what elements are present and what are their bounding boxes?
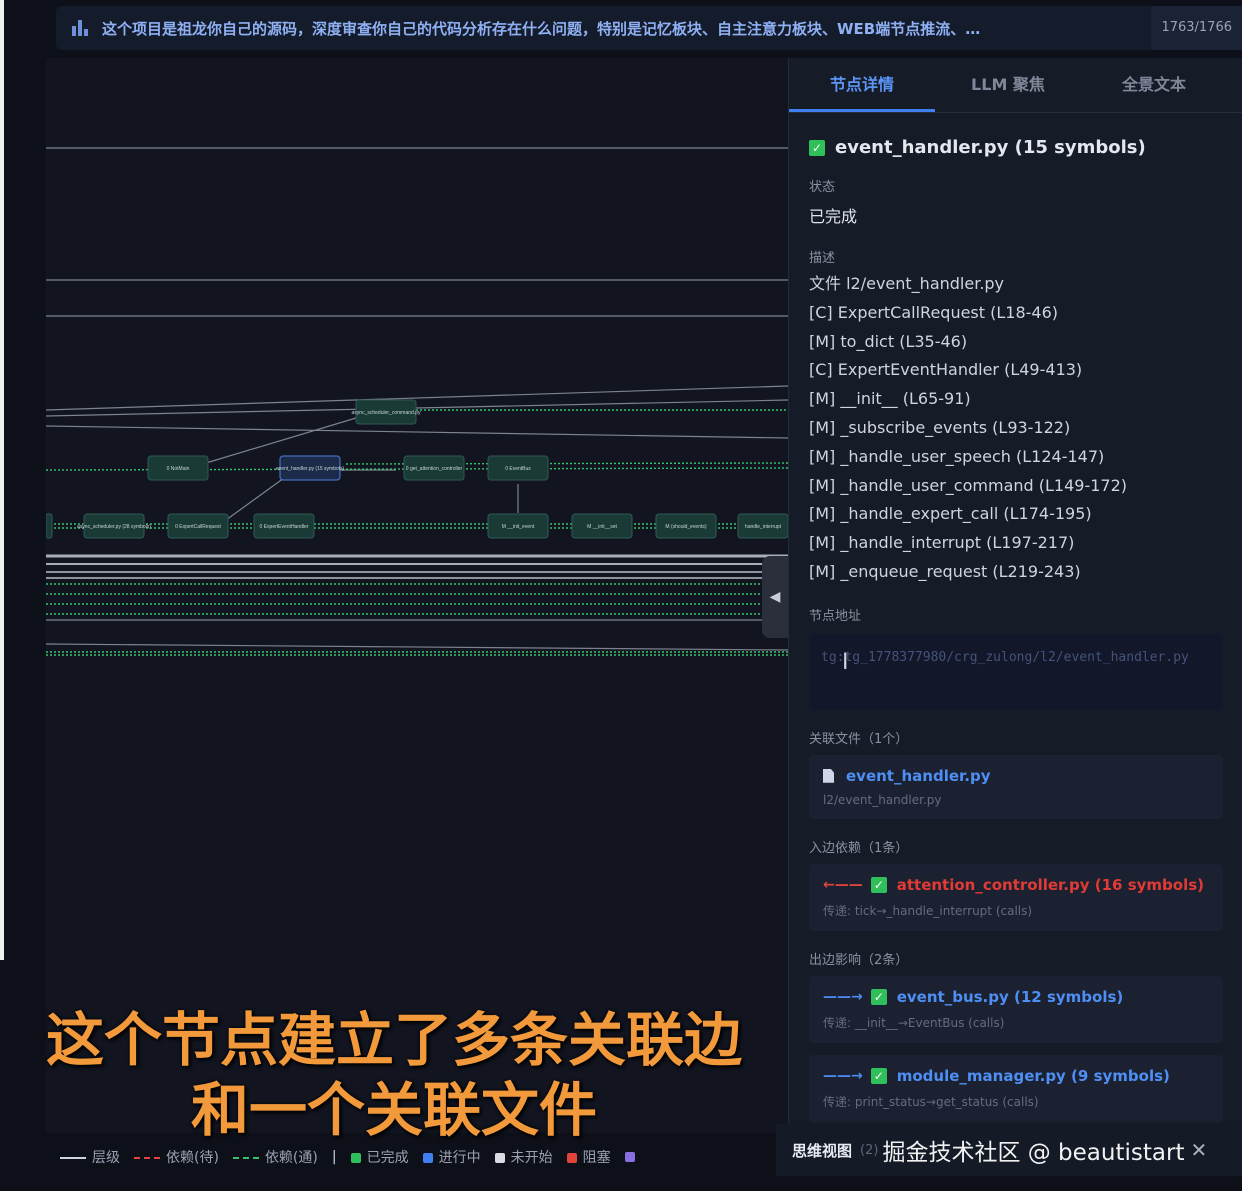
node-label: async_scheduler.py (28 symbols) [77, 524, 151, 530]
check-icon: ✓ [870, 876, 887, 893]
out-edge-link[interactable]: module_manager.py (9 symbols) [897, 1067, 1170, 1085]
out-edge-card[interactable]: ——→ ✓ module_manager.py (9 symbols) 传递: pr… [809, 1054, 1223, 1122]
dashed-red-line-icon [134, 1157, 160, 1159]
legend-item: 依赖(待) [134, 1147, 219, 1167]
desc-line: [M] __init__ (L65-91) [809, 389, 971, 409]
check-icon: ✓ [870, 988, 887, 1005]
in-edge-card[interactable]: ←—— ✓ attention_controller.py (16 symbols)… [809, 863, 1223, 931]
subtitle-line: 这个节点建立了多条关联边 [45, 1006, 742, 1074]
close-icon[interactable]: ✕ [1190, 1138, 1207, 1162]
desc-line: [M] _handle_user_speech (L124-147) [809, 446, 1105, 466]
desc-line: [M] _subscribe_events (L93-122) [809, 417, 1071, 437]
out-edge-link[interactable]: event_bus.py (12 symbols) [897, 988, 1124, 1006]
solid-line-icon [60, 1157, 86, 1159]
node-label: M __init_event [502, 524, 535, 530]
bottom-bar: 思维视图 (2) 掘金技术社区 @ beautistart ✕ [776, 1124, 1242, 1176]
out-edges-label: 出边影响（2条） [809, 952, 909, 968]
desc-line: [M] _handle_user_command (L149-172) [809, 475, 1127, 495]
in-edge-detail: 传递: tick→_handle_interrupt (calls) [823, 903, 1033, 918]
node-label: 0 EventBus [505, 466, 531, 472]
legend-item: 依赖(通) [232, 1147, 318, 1167]
node-label: event_handler.py (15 symbols) [276, 466, 344, 472]
desc-label: 描述 [809, 251, 836, 266]
file-icon [823, 768, 834, 783]
related-file-card[interactable]: event_handler.py l2/event_handler.py [809, 754, 1223, 819]
node-address[interactable]: tg:tg_1778377980/crg_zulong/l2/event_han… [809, 633, 1223, 710]
white-dot-icon [494, 1153, 505, 1163]
mind-view-button[interactable]: 思维视图 [792, 1140, 852, 1161]
node-label: M __init__set [587, 524, 617, 530]
file-path: l2/event_handler.py [823, 792, 942, 807]
addr-label: 节点地址 [809, 608, 862, 624]
dashed-green-line-icon [232, 1157, 259, 1159]
desc-line: [C] ExpertEventHandler (L49-413) [809, 360, 1083, 380]
graph-canvas[interactable]: async_scheduler_command.py 0 NotMain eve… [46, 58, 788, 1133]
node-detail-panel: 节点详情 LLM 聚焦 全景文本 ✓ event_handler.py (15 … [788, 58, 1242, 1158]
graph-node [46, 513, 53, 539]
subtitle-line: 和一个关联文件 [190, 1076, 597, 1144]
in-edge-link[interactable]: attention_controller.py (16 symbols) [897, 876, 1204, 894]
tab-llm-focus[interactable]: LLM 聚焦 [935, 58, 1081, 112]
panel-tabs: 节点详情 LLM 聚焦 全景文本 [789, 58, 1242, 113]
graph-edges [46, 147, 788, 651]
desc-line: [M] _enqueue_request (L219-243) [809, 561, 1081, 581]
legend-item [624, 1149, 641, 1165]
purple-dot-icon [624, 1152, 635, 1162]
tab-node-detail[interactable]: 节点详情 [789, 58, 935, 112]
out-edge-card[interactable]: ——→ ✓ event_bus.py (12 symbols) 传递: __init… [809, 975, 1223, 1043]
arrow-right-icon: ——→ [823, 1067, 863, 1084]
check-icon: ✓ [809, 139, 825, 156]
legend-item: 阻塞 [566, 1147, 611, 1167]
watermark: 掘金技术社区 @ beautistart [882, 1140, 1185, 1166]
legend-item: 层级 [60, 1147, 120, 1167]
out-edge-detail: 传递: print_status→get_status (calls) [823, 1094, 1039, 1109]
status-value: 已完成 [809, 207, 858, 226]
arrow-left-icon: ←—— [823, 876, 863, 893]
collapse-panel-button[interactable]: ◀ [762, 556, 788, 638]
text-cursor-icon: I [842, 650, 849, 675]
node-label: 0 ExpertEventHandler [260, 524, 309, 530]
tab-full-text[interactable]: 全景文本 [1081, 58, 1227, 112]
check-icon: ✓ [870, 1067, 887, 1084]
green-dot-icon [350, 1153, 361, 1163]
topbar-text: 这个项目是祖龙你自己的源码，深度审查你自己的代码分析存在什么问题，特别是记忆板块… [102, 19, 981, 38]
node-label: 0 get_attention_controller [406, 466, 463, 472]
triangle-left-icon: ◀ [769, 589, 781, 605]
node-label: 0 NotMain [167, 466, 190, 472]
node-title-text: event_handler.py (15 symbols) [835, 137, 1146, 158]
topbar-count: 1763/1766 [1151, 6, 1242, 50]
graph-legend: 层级 依赖(待) 依赖(通) | 已完成 进行中 未开始 阻塞 [60, 1140, 641, 1174]
node-label: async_scheduler_command.py [352, 410, 421, 416]
graph-svg[interactable]: async_scheduler_command.py 0 NotMain eve… [46, 58, 788, 1133]
video-subtitle: 这个节点建立了多条关联边 和一个关联文件 [0, 1005, 788, 1145]
desc-line: [M] _handle_expert_call (L174-195) [809, 504, 1092, 524]
bar-chart-icon [72, 20, 90, 36]
out-edge-detail: 传递: __init__→EventBus (calls) [823, 1015, 1005, 1030]
arrow-right-icon: ——→ [823, 988, 863, 1005]
node-label: 0 ExpertCallRequest [175, 524, 221, 530]
desc-line: [M] to_dict (L35-46) [809, 331, 968, 351]
legend-item: 进行中 [422, 1147, 481, 1167]
file-link[interactable]: event_handler.py [846, 767, 990, 785]
red-dot-icon [566, 1153, 577, 1163]
status-label: 状态 [809, 180, 836, 195]
left-edge-strip [0, 0, 4, 960]
files-label: 关联文件（1个） [809, 731, 909, 747]
conversation-topbar[interactable]: 这个项目是祖龙你自己的源码，深度审查你自己的代码分析存在什么问题，特别是记忆板块… [56, 6, 1242, 50]
node-label: M (should_events) [665, 524, 706, 530]
mind-view-count: (2) [860, 1142, 879, 1158]
legend-separator: | [331, 1149, 337, 1165]
desc-line: [M] _handle_interrupt (L197-217) [809, 533, 1075, 553]
description: 文件 l2/event_handler.py [C] ExpertCallReq… [809, 270, 1223, 587]
legend-item: 已完成 [350, 1147, 409, 1167]
node-title: ✓ event_handler.py (15 symbols) [809, 137, 1223, 158]
in-edges-label: 入边依赖（1条） [809, 840, 909, 856]
blue-dot-icon [422, 1153, 433, 1163]
desc-line: [C] ExpertCallRequest (L18-46) [809, 302, 1059, 322]
desc-line: 文件 l2/event_handler.py [809, 274, 1005, 293]
node-label: handle_interrupt [745, 524, 782, 530]
legend-item: 未开始 [494, 1147, 553, 1167]
